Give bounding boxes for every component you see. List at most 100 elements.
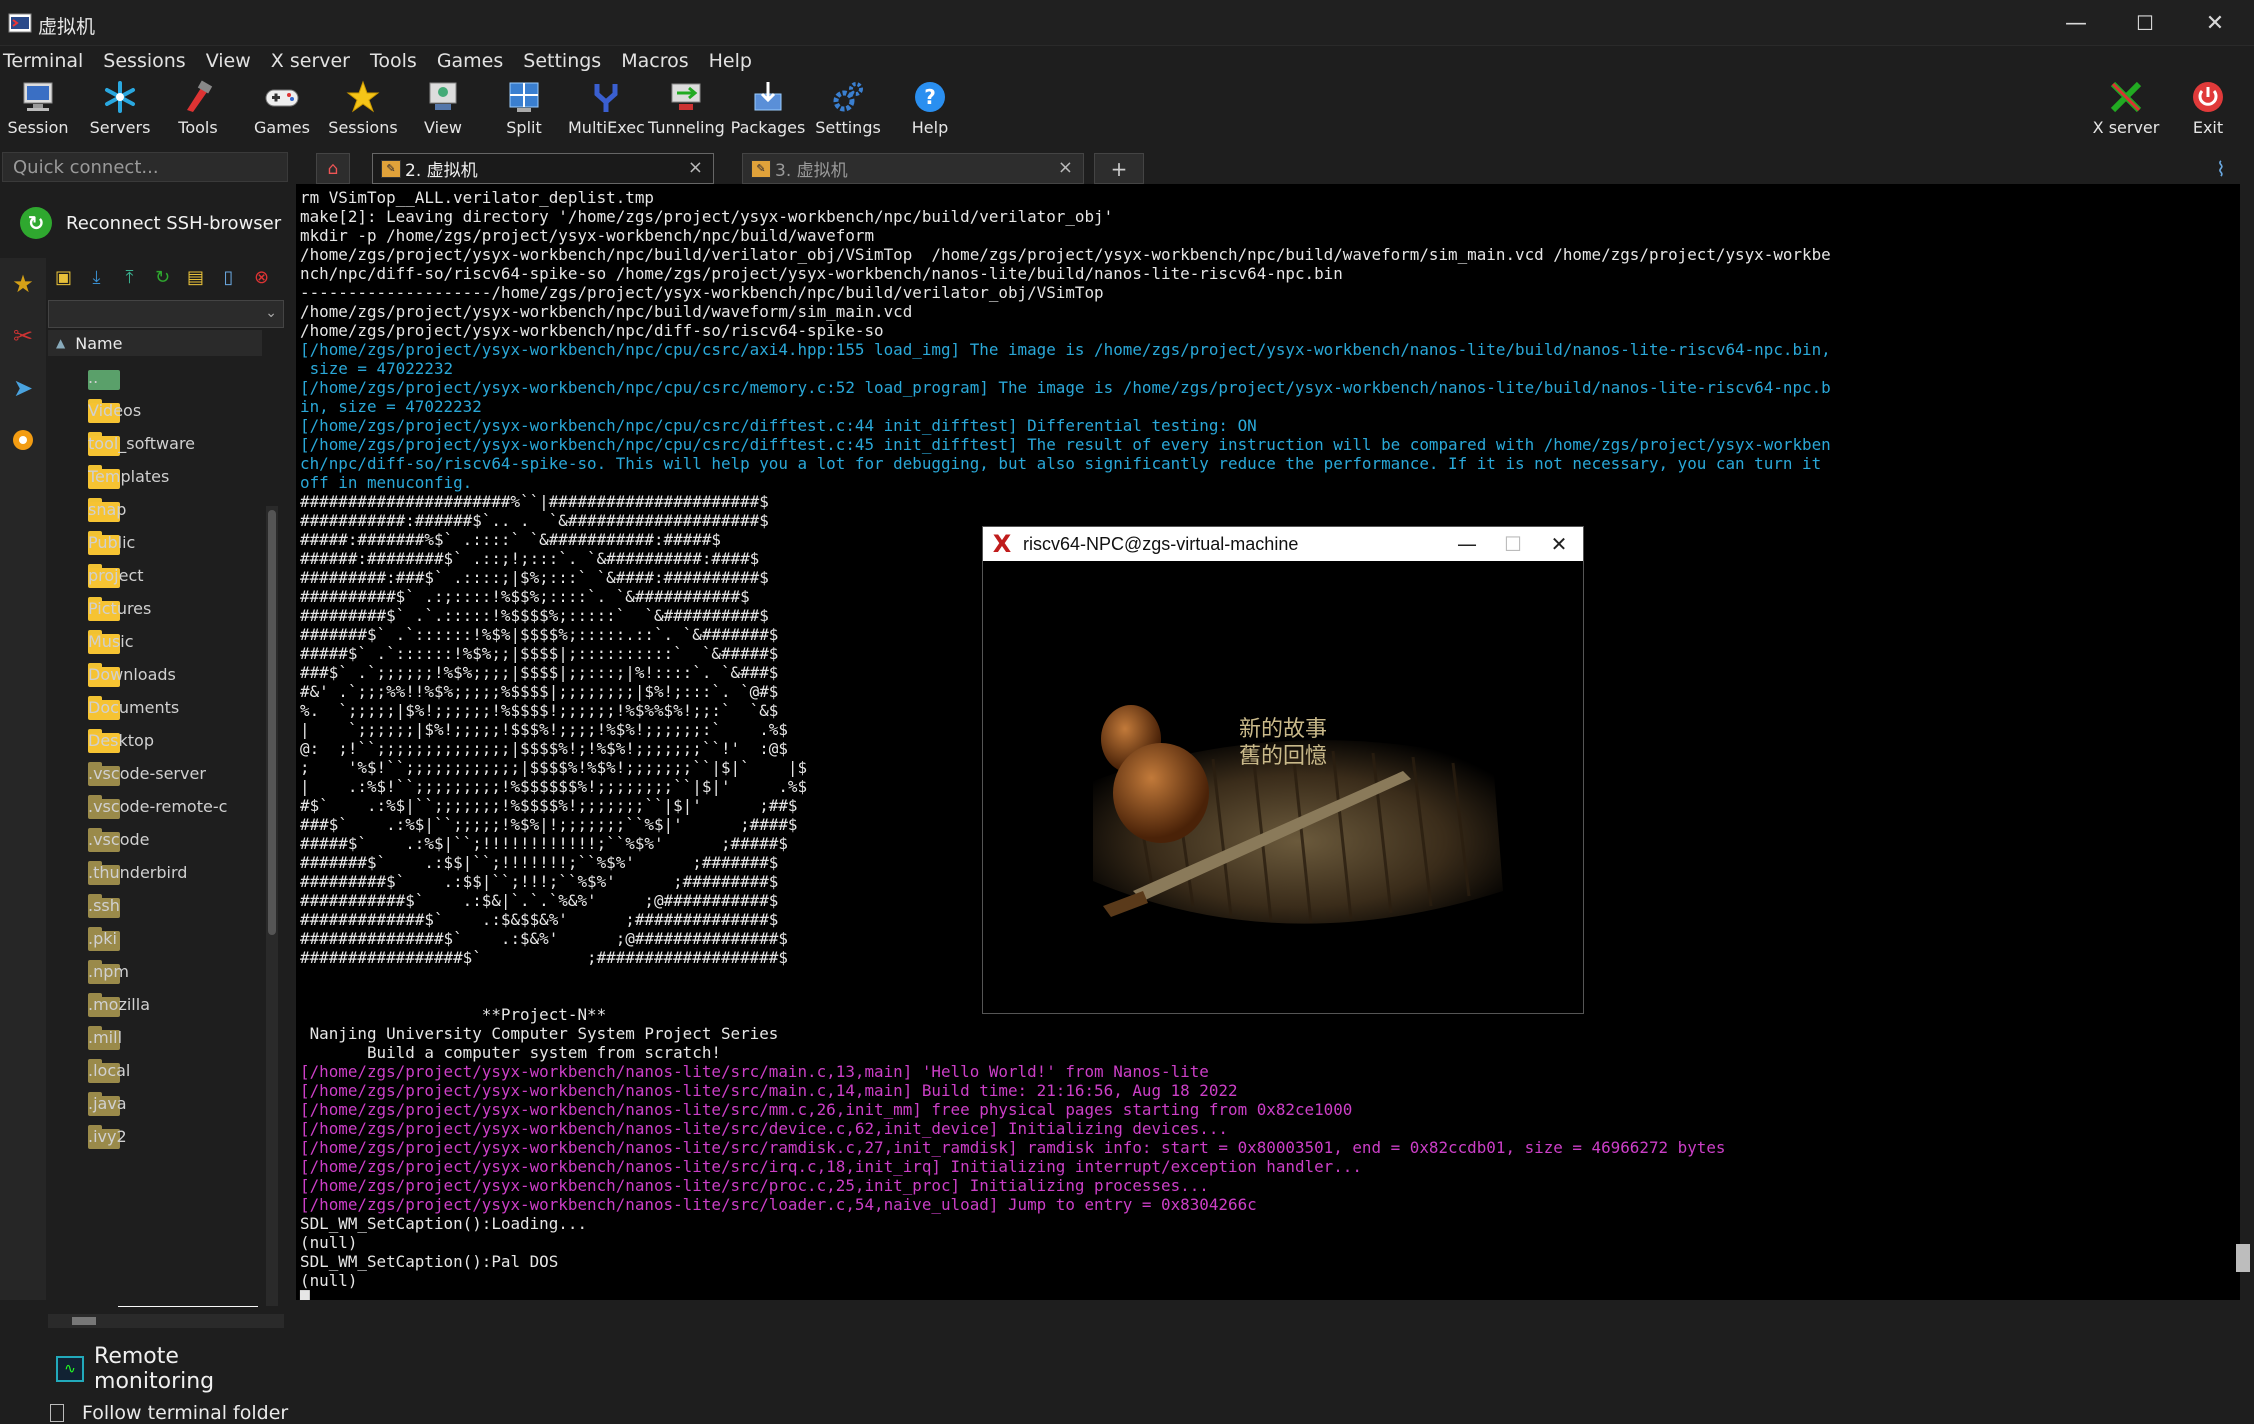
maximize-button[interactable]: ☐: [2110, 0, 2180, 46]
delete-icon[interactable]: ⊗: [248, 264, 275, 291]
file-row[interactable]: .ssh: [48, 888, 262, 921]
tools-tab-icon[interactable]: ✂: [0, 310, 46, 362]
sdl-title-bar[interactable]: X riscv64-NPC@zgs-virtual-machine — ☐ ✕: [983, 527, 1583, 561]
tab-close-icon[interactable]: ×: [1058, 157, 1073, 178]
sdl-maximize-button[interactable]: ☐: [1491, 527, 1535, 561]
xserver-label: X server: [2092, 118, 2160, 137]
file-name: .mozilla: [88, 995, 150, 1014]
download-icon[interactable]: ⤓: [83, 264, 110, 291]
sessions-star-tab-icon[interactable]: ★: [0, 258, 46, 310]
tab-close-icon[interactable]: ×: [688, 157, 703, 178]
new-tab-button[interactable]: +: [1094, 153, 1144, 184]
session-button[interactable]: Session: [0, 76, 76, 144]
menu-games[interactable]: Games: [434, 50, 512, 72]
new-folder-icon[interactable]: ▤: [182, 264, 209, 291]
tunneling-button[interactable]: Tunneling: [648, 76, 725, 144]
servers-label: Servers: [89, 118, 151, 137]
file-row[interactable]: Templates: [48, 459, 262, 492]
macros-tab-icon[interactable]: [0, 414, 46, 466]
menu-terminal[interactable]: Terminal: [0, 50, 92, 72]
packages-button[interactable]: Packages: [730, 76, 806, 144]
follow-terminal-folder-checkbox[interactable]: Follow terminal folder: [50, 1402, 288, 1424]
tools-button[interactable]: Tools: [160, 76, 236, 144]
menu-view[interactable]: View: [203, 50, 260, 72]
servers-icon: [100, 78, 140, 116]
file-row[interactable]: .mill: [48, 1020, 262, 1053]
file-name: .vscode-remote-containers: [88, 797, 228, 816]
file-row[interactable]: project: [48, 558, 262, 591]
file-row[interactable]: tool_software: [48, 426, 262, 459]
file-list-scrollbar[interactable]: [266, 506, 278, 1306]
view-button[interactable]: View: [405, 76, 481, 144]
file-name: Music: [88, 632, 134, 651]
split-button[interactable]: Split: [486, 76, 562, 144]
file-row[interactable]: ..: [48, 360, 262, 393]
close-button[interactable]: ✕: [2180, 0, 2250, 46]
file-row[interactable]: .pki: [48, 921, 262, 954]
game-canvas[interactable]: 新的故事 舊的回憶: [983, 561, 1583, 1013]
terminal-line: ch/npc/diff-so/riscv64-spike-so. This wi…: [300, 454, 1822, 473]
tab-session-2[interactable]: ✎ 2. 虚拟机 ×: [372, 153, 714, 184]
file-row[interactable]: .thunderbird: [48, 855, 262, 888]
svg-text:?: ?: [924, 85, 936, 109]
file-list-header[interactable]: ▲ Name: [48, 330, 262, 356]
tab-session-3[interactable]: ✎ 3. 虚拟机 ×: [742, 153, 1084, 184]
help-icon: ?: [910, 78, 950, 116]
file-row[interactable]: .npm: [48, 954, 262, 987]
sdl-close-button[interactable]: ✕: [1537, 527, 1581, 561]
attachment-icon[interactable]: ⌇: [2216, 153, 2246, 184]
quick-connect-input[interactable]: Quick connect...: [2, 152, 288, 182]
home-tab[interactable]: ⌂: [316, 153, 350, 184]
file-row[interactable]: .vscode-server: [48, 756, 262, 789]
file-row[interactable]: .vscode-remote-containers: [48, 789, 262, 822]
menu-settings[interactable]: Settings: [520, 50, 610, 72]
xserver-button[interactable]: X server: [2088, 76, 2164, 144]
servers-button[interactable]: Servers: [82, 76, 158, 144]
file-row[interactable]: .vscode: [48, 822, 262, 855]
games-button[interactable]: Games: [244, 76, 320, 144]
terminal-scrollbar-thumb[interactable]: [2236, 1244, 2250, 1272]
exit-button[interactable]: Exit: [2170, 76, 2246, 144]
file-name: Downloads: [88, 665, 176, 684]
remote-monitoring-button[interactable]: ∿ Remote monitoring: [56, 1344, 290, 1394]
new-file-icon[interactable]: ▯: [215, 264, 242, 291]
minimize-button[interactable]: —: [2041, 0, 2111, 46]
reconnect-ssh-browser-button[interactable]: ↻ Reconnect SSH-browser: [20, 206, 281, 240]
file-row[interactable]: Documents: [48, 690, 262, 723]
path-combobox[interactable]: ⌄: [48, 300, 284, 328]
menu-tools[interactable]: Tools: [367, 50, 426, 72]
file-row[interactable]: .mozilla: [48, 987, 262, 1020]
file-row[interactable]: Public: [48, 525, 262, 558]
file-row[interactable]: .ivy2: [48, 1119, 262, 1152]
terminal-line: (null): [300, 1233, 358, 1252]
file-row[interactable]: .java: [48, 1086, 262, 1119]
menu-sessions[interactable]: Sessions: [100, 50, 194, 72]
menu-help[interactable]: Help: [706, 50, 761, 72]
file-row[interactable]: Pictures: [48, 591, 262, 624]
parent-folder-icon[interactable]: ▣: [50, 264, 77, 291]
file-row[interactable]: snap: [48, 492, 262, 525]
file-list-hscrollbar[interactable]: [48, 1314, 284, 1328]
file-name: Desktop: [88, 731, 154, 750]
menu-macros[interactable]: Macros: [618, 50, 697, 72]
file-row[interactable]: Downloads: [48, 657, 262, 690]
title-text-line2: 舊的回憶: [1239, 744, 1327, 769]
refresh-files-icon[interactable]: ↻: [149, 264, 176, 291]
sessions-button[interactable]: Sessions: [325, 76, 401, 144]
file-name: .npm: [88, 962, 129, 981]
file-row[interactable]: Desktop: [48, 723, 262, 756]
settings-icon: [828, 78, 868, 116]
sdl-minimize-button[interactable]: —: [1445, 527, 1489, 561]
multiexec-button[interactable]: MultiExec: [568, 76, 645, 144]
file-row[interactable]: Videos: [48, 393, 262, 426]
file-name: .vscode-server: [88, 764, 206, 783]
file-row[interactable]: .local: [48, 1053, 262, 1086]
terminal-line: [/home/zgs/project/ysyx-workbench/nanos-…: [300, 1176, 1209, 1195]
upload-icon[interactable]: ⤒: [116, 264, 143, 291]
star-icon: [343, 78, 383, 116]
file-row[interactable]: Music: [48, 624, 262, 657]
menu-xserver[interactable]: X server: [268, 50, 359, 72]
help-button[interactable]: ? Help: [892, 76, 968, 144]
sftp-tab-icon[interactable]: ➤: [0, 362, 46, 414]
settings-button[interactable]: Settings: [810, 76, 886, 144]
